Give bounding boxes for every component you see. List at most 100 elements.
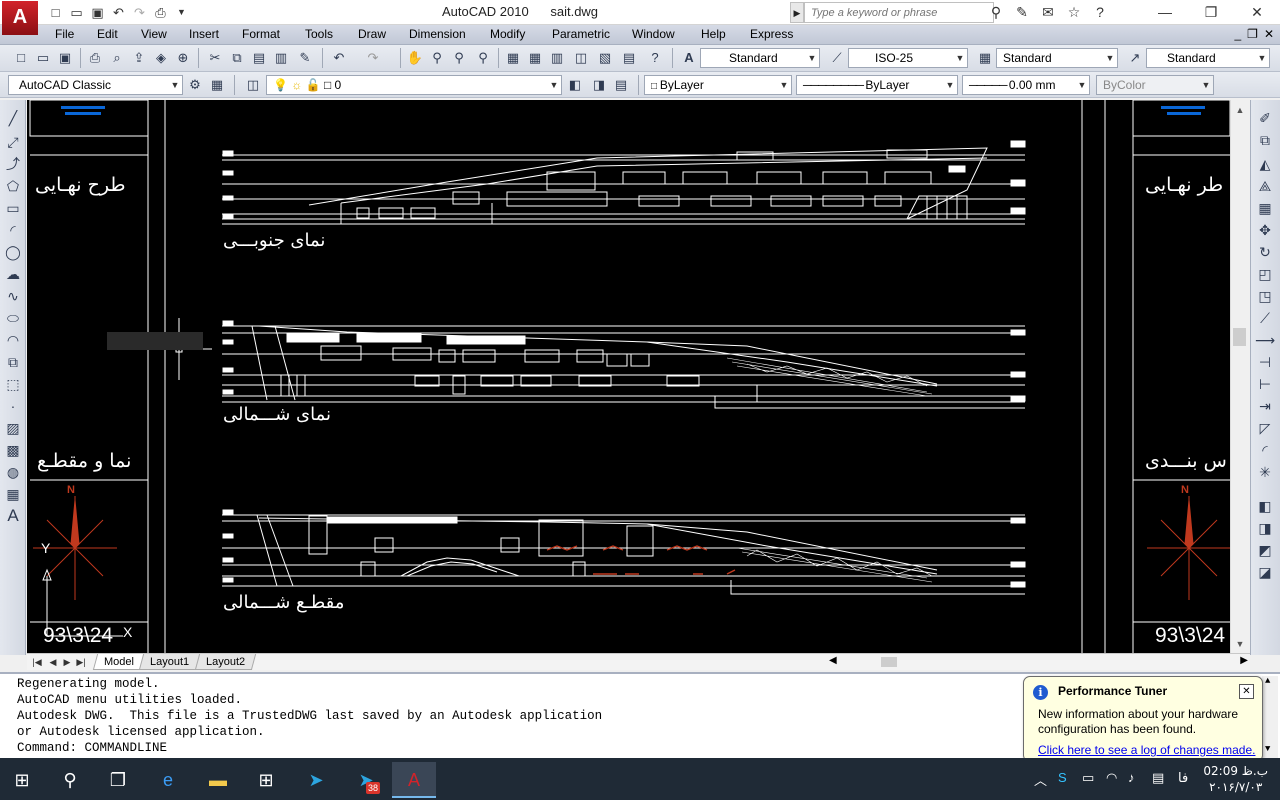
- multiline-text-icon[interactable]: A: [3, 506, 23, 526]
- last-tab-arrow-icon[interactable]: ▶|: [75, 655, 87, 669]
- menu-draw[interactable]: Draw: [358, 27, 386, 41]
- gradient-icon[interactable]: ▩: [3, 440, 23, 460]
- telegram-badge-icon[interactable]: ➤ 38: [344, 762, 388, 798]
- restore-button[interactable]: ❐: [1188, 0, 1234, 25]
- save-icon[interactable]: ▣: [88, 3, 107, 22]
- multileader-style-icon[interactable]: ↗: [1126, 49, 1144, 67]
- start-windows-icon[interactable]: ⊞: [0, 762, 44, 798]
- draworder-front-icon[interactable]: ◧: [1255, 496, 1275, 516]
- scroll-down-arrow-icon[interactable]: ▼: [1231, 636, 1249, 652]
- ellipse-arc-icon[interactable]: ◠: [3, 330, 23, 350]
- drawing-canvas[interactable]: نمای جنوبـــی نمای شـــمالی مقطـع شـــما…: [27, 100, 1230, 653]
- workspace-combo[interactable]: AutoCAD Classic ▼: [8, 75, 183, 95]
- erase-icon[interactable]: ✐: [1255, 108, 1275, 128]
- line-icon[interactable]: ╱: [3, 108, 23, 128]
- copy-icon[interactable]: ⧉: [228, 49, 246, 67]
- minimize-button[interactable]: —: [1142, 0, 1188, 25]
- design-center-icon[interactable]: ▦: [526, 49, 544, 67]
- close-button[interactable]: ✕: [1234, 0, 1280, 25]
- help-icon[interactable]: ?: [646, 49, 664, 67]
- publish-web-icon[interactable]: ⊕: [174, 49, 192, 67]
- region-icon[interactable]: ◍: [3, 462, 23, 482]
- notification-log-link[interactable]: Click here to see a log of changes made.: [1038, 743, 1255, 757]
- chamfer-icon[interactable]: ◸: [1255, 418, 1275, 438]
- customize-icon[interactable]: ▦: [208, 76, 226, 94]
- tray-expand-chevron-icon[interactable]: ︿: [1034, 770, 1047, 789]
- help-icon[interactable]: ?: [1090, 3, 1110, 22]
- communication-center-icon[interactable]: ✉: [1038, 3, 1058, 22]
- zoom-previous-icon[interactable]: ⚲: [474, 49, 492, 67]
- menu-tools[interactable]: Tools: [305, 27, 333, 41]
- menu-dimension[interactable]: Dimension: [409, 27, 466, 41]
- skype-icon[interactable]: S: [1058, 770, 1067, 785]
- rotate-icon[interactable]: ↻: [1255, 242, 1275, 262]
- tab-layout1[interactable]: Layout1: [138, 654, 201, 670]
- polygon-icon[interactable]: ⬠: [3, 176, 23, 196]
- text-style-combo[interactable]: Standard ▼: [700, 48, 820, 68]
- tool-palettes-icon[interactable]: ▥: [548, 49, 566, 67]
- arc-icon[interactable]: ◜: [3, 220, 23, 240]
- open-icon[interactable]: ▭: [67, 3, 86, 22]
- doc-restore-icon[interactable]: ❐: [1247, 27, 1258, 41]
- offset-icon[interactable]: ⟁: [1255, 176, 1275, 196]
- scroll-up-arrow-icon[interactable]: ▲: [1231, 102, 1249, 118]
- move-icon[interactable]: ✥: [1255, 220, 1275, 240]
- menu-modify[interactable]: Modify: [490, 27, 525, 41]
- vertical-scroll-thumb[interactable]: [1233, 328, 1246, 346]
- table-style-icon[interactable]: ▦: [976, 49, 994, 67]
- plot-preview-icon[interactable]: ⌕: [108, 49, 126, 67]
- tab-layout2[interactable]: Layout2: [194, 654, 257, 670]
- chevron-down-icon[interactable]: ▼: [172, 3, 191, 22]
- next-tab-arrow-icon[interactable]: ▶: [61, 655, 73, 669]
- extend-icon[interactable]: ⟶: [1255, 330, 1275, 350]
- volume-icon[interactable]: ♪: [1128, 770, 1135, 785]
- layer-thaw-sun-icon[interactable]: ☼: [291, 78, 302, 92]
- polyline-icon[interactable]: ⤴: [3, 154, 23, 174]
- publish-icon[interactable]: ⇪: [130, 49, 148, 67]
- layer-states-icon[interactable]: ▤: [612, 76, 630, 94]
- redo-icon[interactable]: ↷: [130, 3, 149, 22]
- construction-line-icon[interactable]: ⤢: [3, 132, 23, 152]
- point-icon[interactable]: ·: [3, 396, 23, 416]
- circle-icon[interactable]: ◯: [3, 242, 23, 262]
- draworder-back-icon[interactable]: ◨: [1255, 518, 1275, 538]
- zoom-realtime-icon[interactable]: ⚲: [428, 49, 446, 67]
- notifications-icon[interactable]: ▤: [1152, 770, 1164, 786]
- dim-style-combo[interactable]: ISO-25 ▼: [848, 48, 968, 68]
- search-input[interactable]: [804, 2, 994, 23]
- table-icon[interactable]: ▦: [3, 484, 23, 504]
- clock[interactable]: 02:09 ب.ظ ۲۰۱۶/۷/۰۳: [1203, 763, 1268, 795]
- autocad-taskbar-icon[interactable]: A: [392, 762, 436, 798]
- search-expand-arrow-icon[interactable]: ▶: [790, 2, 804, 23]
- menu-insert[interactable]: Insert: [189, 27, 219, 41]
- lineweight-combo[interactable]: ───── 0.00 mm ▼: [962, 75, 1090, 95]
- match-properties-icon[interactable]: ✎: [296, 49, 314, 67]
- undo-icon[interactable]: ↶: [330, 49, 348, 67]
- plot-icon[interactable]: ⎙: [86, 49, 104, 67]
- horizontal-scrollbar[interactable]: ◀ ▶: [825, 655, 1250, 669]
- input-language[interactable]: فا: [1178, 770, 1188, 786]
- markup-icon[interactable]: ▧: [596, 49, 614, 67]
- menu-parametric[interactable]: Parametric: [552, 27, 610, 41]
- scale-icon[interactable]: ◰: [1255, 264, 1275, 284]
- edge-browser-icon[interactable]: e: [146, 762, 190, 798]
- 3d-print-icon[interactable]: ◈: [152, 49, 170, 67]
- favorites-star-icon[interactable]: ☆: [1064, 3, 1084, 22]
- plot-icon[interactable]: ⎙: [151, 3, 170, 22]
- multileader-style-combo[interactable]: Standard ▼: [1146, 48, 1270, 68]
- menu-format[interactable]: Format: [242, 27, 280, 41]
- workspace-settings-gear-icon[interactable]: ⚙: [186, 76, 204, 94]
- explode-icon[interactable]: ✳: [1255, 462, 1275, 482]
- prev-tab-arrow-icon[interactable]: ◀: [47, 655, 59, 669]
- qnew-icon[interactable]: □: [12, 49, 30, 67]
- tab-model[interactable]: Model: [92, 654, 146, 670]
- store-icon[interactable]: ⊞: [244, 762, 288, 798]
- command-scrollbar[interactable]: ▲ ▼: [1262, 676, 1278, 758]
- new-icon[interactable]: □: [46, 3, 65, 22]
- text-style-icon[interactable]: A: [680, 49, 698, 67]
- stretch-icon[interactable]: ◳: [1255, 286, 1275, 306]
- trim-icon[interactable]: ⟋: [1255, 308, 1275, 328]
- menu-edit[interactable]: Edit: [97, 27, 118, 41]
- notification-close-button[interactable]: ✕: [1239, 684, 1254, 699]
- break-at-point-icon[interactable]: ⊣: [1255, 352, 1275, 372]
